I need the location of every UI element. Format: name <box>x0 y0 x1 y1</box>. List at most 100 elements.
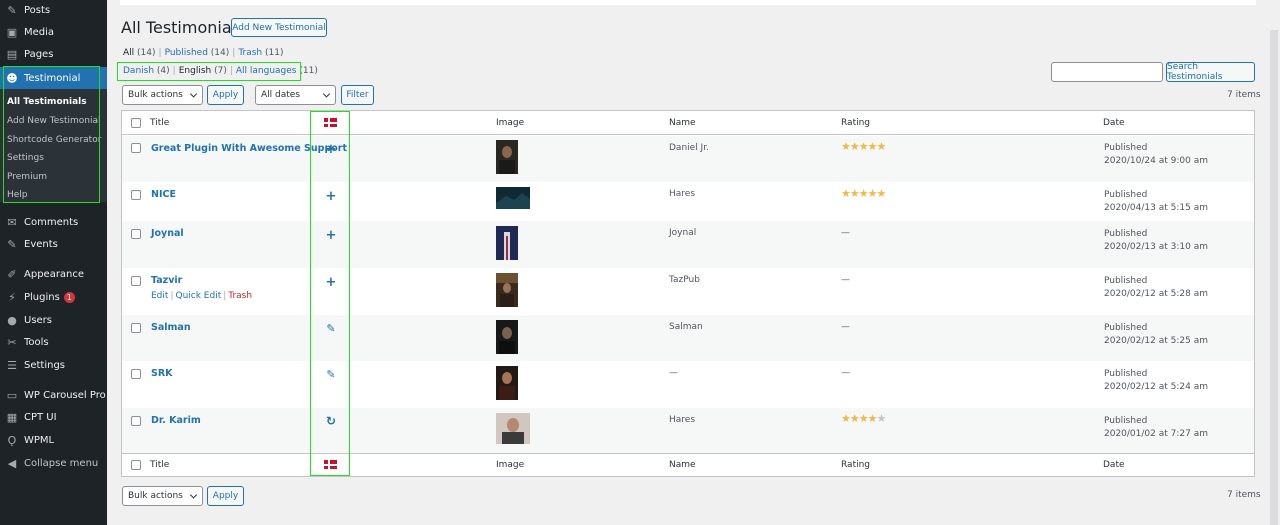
users-icon: ● <box>7 313 17 327</box>
rating-empty: — <box>841 228 850 238</box>
testimonial-title-link[interactable]: Dr. Karim <box>151 415 201 426</box>
publish-date: 2020/10/24 at 9:00 am <box>1104 156 1208 166</box>
column-date-header[interactable]: Date <box>1103 118 1125 128</box>
page-scrollbar[interactable] <box>1270 30 1278 525</box>
column-title-header[interactable]: Title <box>150 118 169 128</box>
submenu-shortcode-generator[interactable]: Shortcode Generator <box>7 135 101 145</box>
row-checkbox[interactable] <box>131 143 141 153</box>
row-checkbox[interactable] <box>131 190 141 200</box>
edit-link[interactable]: Edit <box>151 291 168 301</box>
sidebar-item-plugins[interactable]: ⚡ Plugins 1 <box>0 287 107 307</box>
status-all-link[interactable]: All (14) <box>123 48 156 58</box>
sidebar-item-events[interactable]: ✎ Events <box>0 234 107 254</box>
quick-edit-link[interactable]: Quick Edit <box>175 291 221 301</box>
table-row: Salman ✎ Salman — Published 2020/02/12 at… <box>122 315 1254 361</box>
search-testimonials-button[interactable]: Search Testimonials <box>1166 62 1255 82</box>
apply-button-bottom[interactable]: Apply <box>207 486 244 506</box>
testimonial-title-link[interactable]: Joynal <box>151 228 184 239</box>
testimonial-thumbnail <box>496 140 518 174</box>
sidebar-item-cpt-ui[interactable]: ▦ CPT UI <box>0 407 107 427</box>
submenu-settings[interactable]: Settings <box>7 153 44 163</box>
submenu-all-testimonials[interactable]: All Testimonials <box>7 97 87 107</box>
table-header-row: Title Image Name Rating Date <box>122 111 1254 135</box>
edit-translation-icon[interactable]: ✎ <box>325 322 337 335</box>
sidebar-item-wp-carousel-pro[interactable]: ▭ WP Carousel Pro <box>0 385 107 405</box>
sidebar-item-label: Tools <box>24 336 49 348</box>
column-name-header: Name <box>669 118 696 128</box>
collapse-menu-button[interactable]: ◀ Collapse menu <box>0 453 107 473</box>
column-title-footer[interactable]: Title <box>150 460 169 470</box>
testimonial-icon: ☻ <box>6 71 18 85</box>
date-filter-select[interactable]: All dates <box>255 85 336 105</box>
sidebar-item-testimonial[interactable]: ☻ Testimonial <box>0 67 107 89</box>
edit-translation-icon[interactable]: ✎ <box>325 368 337 381</box>
add-translation-icon[interactable]: + <box>325 189 337 204</box>
rating-empty: — <box>841 322 850 332</box>
author-name: TazPub <box>669 275 700 285</box>
sidebar-item-pages[interactable]: ▤ Pages <box>0 44 107 64</box>
sidebar-item-wpml[interactable]: Ǫ WPML <box>0 430 107 450</box>
lang-english-link[interactable]: English (7) <box>179 66 227 76</box>
submenu-premium[interactable]: Premium <box>7 172 47 182</box>
refresh-translation-icon[interactable]: ↻ <box>325 414 337 428</box>
add-translation-icon[interactable]: + <box>325 142 337 157</box>
row-checkbox[interactable] <box>131 416 141 426</box>
testimonial-title-link[interactable]: NICE <box>151 189 176 200</box>
sidebar-item-appearance[interactable]: ✐ Appearance <box>0 264 107 284</box>
post-status: Published <box>1104 190 1148 200</box>
post-status: Published <box>1104 369 1148 379</box>
bulk-actions-select[interactable]: Bulk actions <box>122 85 203 105</box>
date-cell: Published 2020/02/13 at 3:10 am <box>1104 228 1208 254</box>
row-checkbox[interactable] <box>131 323 141 333</box>
top-notice-strip <box>120 0 1256 5</box>
select-all-checkbox-footer[interactable] <box>131 460 141 470</box>
sidebar-item-tools[interactable]: ✂ Tools <box>0 332 107 352</box>
sidebar-item-label: WPML <box>24 434 55 446</box>
add-new-testimonial-button[interactable]: Add New Testimonial <box>231 18 327 37</box>
sidebar-item-settings[interactable]: ☰ Settings <box>0 355 107 375</box>
date-cell: Published 2020/02/12 at 5:25 am <box>1104 322 1208 348</box>
post-status: Published <box>1104 143 1148 153</box>
chevron-down-icon <box>189 491 198 499</box>
row-checkbox[interactable] <box>131 369 141 379</box>
testimonial-title-link[interactable]: Tazvir <box>151 275 182 286</box>
chevron-down-icon <box>189 90 198 98</box>
sidebar-item-users[interactable]: ● Users <box>0 310 107 330</box>
sidebar-item-media[interactable]: ▣ Media <box>0 22 107 42</box>
sidebar-item-comments[interactable]: ✉ Comments <box>0 212 107 232</box>
add-translation-icon[interactable]: + <box>325 228 337 243</box>
sidebar-item-label: Comments <box>24 216 79 228</box>
row-checkbox[interactable] <box>131 229 141 239</box>
row-checkbox[interactable] <box>131 276 141 286</box>
apply-button[interactable]: Apply <box>207 85 244 105</box>
sidebar-item-label: Events <box>24 238 58 250</box>
select-all-checkbox[interactable] <box>131 118 141 128</box>
lang-all-languages-link[interactable]: All languages (11) <box>236 66 318 76</box>
column-date-footer[interactable]: Date <box>1103 460 1125 470</box>
filter-button[interactable]: Filter <box>341 85 374 105</box>
testimonial-thumbnail <box>496 273 518 307</box>
testimonial-title-link[interactable]: Salman <box>151 322 191 333</box>
lang-danish-link[interactable]: Danish (4) <box>123 66 170 76</box>
testimonial-title-link[interactable]: SRK <box>151 368 173 379</box>
author-name: Joynal <box>669 228 697 238</box>
page-title: All Testimonials <box>121 18 245 37</box>
sidebar-item-label: Users <box>24 314 53 326</box>
search-input[interactable] <box>1051 62 1163 82</box>
trash-link[interactable]: Trash <box>228 291 252 301</box>
bulk-actions-value: Bulk actions <box>128 90 183 100</box>
tools-icon: ✂ <box>7 335 17 349</box>
bulk-actions-select-bottom[interactable]: Bulk actions <box>122 486 203 506</box>
sidebar-item-posts[interactable]: ✎ Posts <box>0 0 107 20</box>
table-row: Dr. Karim ↻ Hares ★★★★★ Published 2020/01… <box>122 408 1254 454</box>
date-cell: Published 2020/01/02 at 7:27 am <box>1104 415 1208 441</box>
submenu-help[interactable]: Help <box>7 190 28 200</box>
column-image-header: Image <box>496 118 525 128</box>
sidebar-item-label: Posts <box>24 4 51 16</box>
add-translation-icon[interactable]: + <box>325 275 337 290</box>
status-published-link[interactable]: Published (14) <box>165 48 230 58</box>
status-trash-link[interactable]: Trash (11) <box>238 48 283 58</box>
testimonial-title-link[interactable]: Great Plugin With Awesome Support <box>151 143 347 154</box>
submenu-add-new[interactable]: Add New Testimonial <box>7 116 101 126</box>
language-filter-links: Danish (4) | English (7) | All languages (11… <box>123 66 318 76</box>
